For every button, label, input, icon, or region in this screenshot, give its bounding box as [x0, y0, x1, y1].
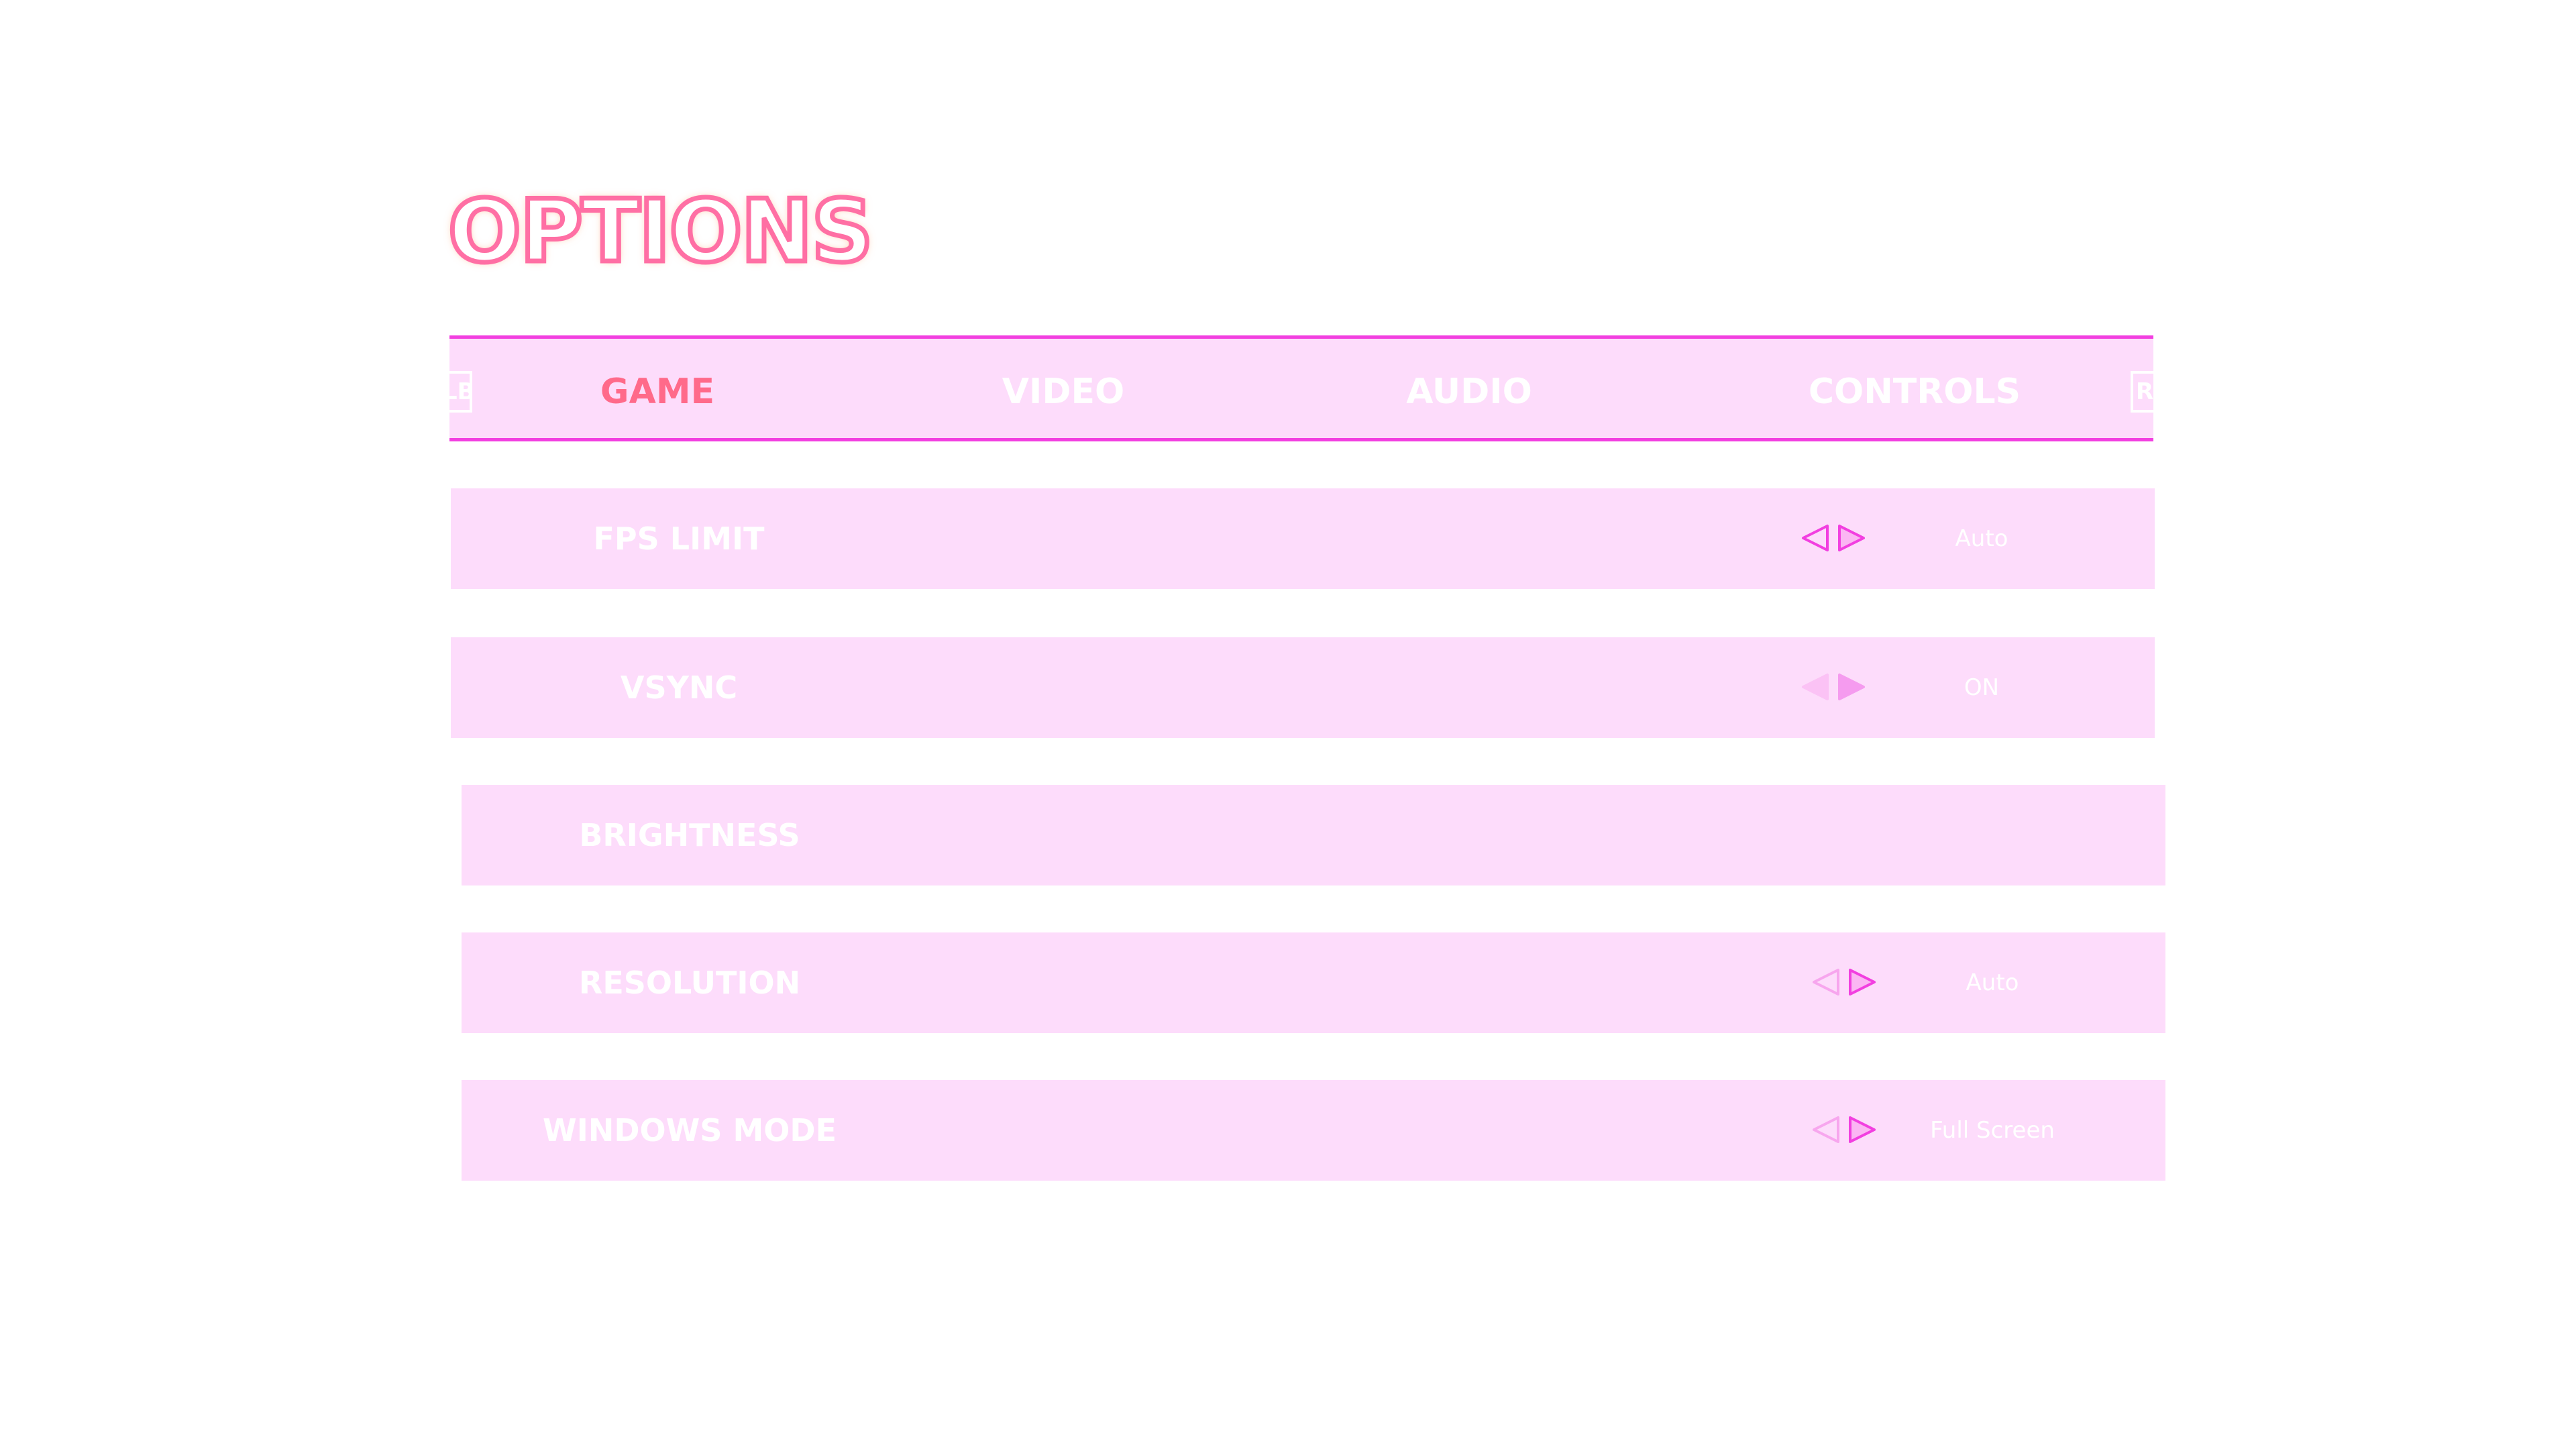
tab-bar: LB GAME VIDEO AUDIO CONTROLS RB [447, 335, 2156, 441]
arrow-left-icon[interactable] [1801, 672, 1830, 702]
tab-audio[interactable]: AUDIO [1406, 370, 1532, 414]
option-row-resolution[interactable]: RESOLUTION Auto [462, 932, 2165, 1033]
option-value[interactable]: Auto [1966, 932, 2019, 1033]
arrow-left-icon[interactable] [1801, 523, 1830, 553]
tab-controls[interactable]: CONTROLS [1809, 370, 2021, 414]
option-row-windows-mode[interactable]: WINDOWS MODE Full Screen [462, 1080, 2165, 1181]
tab-game[interactable]: GAME [600, 370, 714, 414]
option-row-brightness[interactable]: BRIGHTNESS [462, 785, 2165, 885]
left-bumper-icon[interactable]: LB [447, 371, 472, 413]
option-row-fps-limit[interactable]: FPS LIMIT Auto [451, 488, 2155, 589]
option-label: FPS LIMIT [593, 521, 765, 557]
arrow-right-icon[interactable] [1847, 967, 1877, 997]
tab-video[interactable]: VIDEO [1002, 370, 1124, 414]
option-value[interactable]: Auto [1955, 488, 2008, 589]
options-title: OPTIONS [446, 182, 876, 282]
option-label: RESOLUTION [578, 965, 801, 1001]
option-label: VSYNC [620, 669, 738, 706]
arrow-left-icon[interactable] [1811, 967, 1841, 997]
option-value[interactable]: ON [1964, 637, 1999, 738]
arrow-right-icon[interactable] [1837, 523, 1866, 553]
right-bumper-icon[interactable]: RB [2131, 371, 2156, 413]
options-screen: OPTIONS LB GAME VIDEO AUDIO CONTROLS RB … [0, 0, 2576, 1449]
arrow-left-icon[interactable] [1811, 1115, 1841, 1144]
option-row-vsync[interactable]: VSYNC ON [451, 637, 2155, 738]
arrow-right-icon[interactable] [1837, 672, 1866, 702]
option-label: BRIGHTNESS [579, 817, 800, 853]
option-label: WINDOWS MODE [542, 1112, 837, 1148]
option-value[interactable]: Full Screen [1930, 1080, 2055, 1181]
arrow-right-icon[interactable] [1847, 1115, 1877, 1144]
